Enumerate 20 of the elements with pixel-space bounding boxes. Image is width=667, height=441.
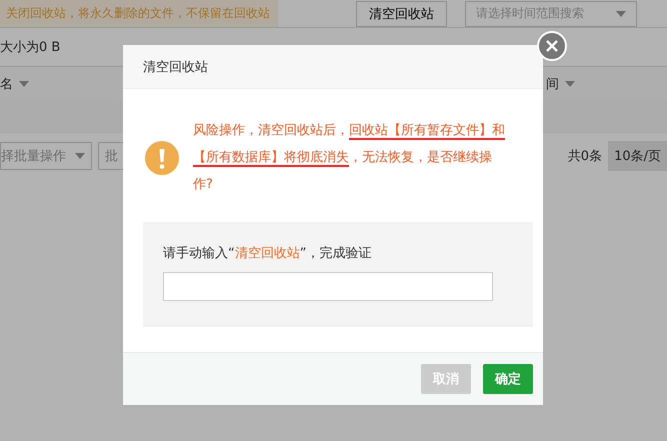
size-info: 大小为0 B	[0, 39, 60, 56]
caret-icon	[19, 80, 29, 86]
close-icon	[546, 40, 558, 52]
time-range-select[interactable]: 请选择时间范围搜索	[465, 0, 637, 26]
dialog-title: 清空回收站	[143, 58, 208, 76]
column-header[interactable]: 名	[0, 74, 13, 92]
caret-icon	[565, 80, 575, 86]
warning-icon	[145, 140, 179, 174]
column-header[interactable]: 间	[546, 74, 559, 92]
confirm-button[interactable]: 确定	[483, 364, 533, 394]
verification-input[interactable]	[163, 272, 493, 301]
caret-icon	[616, 10, 626, 16]
warning-message: 风险操作，清空回收站后，回收站【所有暂存文件】和【所有数据库】将彻底消失，无法恢复，是否继续操作?	[193, 122, 506, 194]
caret-icon	[75, 153, 85, 159]
clear-recycle-bin-button[interactable]: 清空回收站	[356, 0, 447, 26]
notice-banner: 关闭回收站，将永久删除的文件，不保留在回收站	[0, 0, 278, 27]
batch-action-select[interactable]: 择批量操作	[0, 142, 92, 170]
verification-prompt: 请手动输入“清空回收站”，完成验证	[163, 245, 372, 262]
page-size-select[interactable]: 10条/页	[608, 141, 667, 171]
total-count: 共0条	[566, 148, 604, 166]
